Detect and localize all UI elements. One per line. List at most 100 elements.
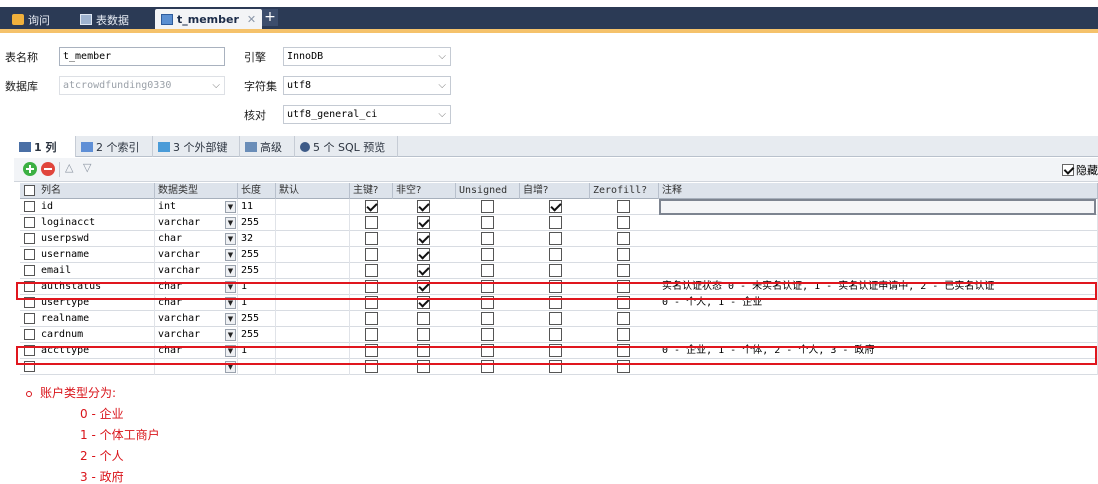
close-icon[interactable]: ✕ [247, 13, 256, 26]
not-null-checkbox[interactable] [417, 280, 430, 293]
table-row[interactable]: ▼ [20, 359, 1098, 375]
cell-default[interactable] [276, 359, 350, 375]
type-dropdown-icon[interactable]: ▼ [225, 265, 236, 277]
unsigned-checkbox[interactable] [481, 312, 494, 325]
row-select-checkbox[interactable] [24, 249, 35, 260]
row-select-checkbox[interactable] [24, 281, 35, 292]
not-null-checkbox[interactable] [417, 312, 430, 325]
primary-key-checkbox[interactable] [365, 344, 378, 357]
zerofill-checkbox[interactable] [617, 200, 630, 213]
unsigned-checkbox[interactable] [481, 200, 494, 213]
zerofill-checkbox[interactable] [617, 328, 630, 341]
cell-name[interactable]: usertype [38, 295, 155, 311]
cell-name[interactable]: authstatus [38, 279, 155, 295]
primary-key-checkbox[interactable] [365, 200, 378, 213]
unsigned-checkbox[interactable] [481, 328, 494, 341]
zerofill-checkbox[interactable] [617, 248, 630, 261]
tab-query[interactable]: 询问 [6, 9, 56, 30]
type-dropdown-icon[interactable]: ▼ [225, 297, 236, 309]
zerofill-checkbox[interactable] [617, 344, 630, 357]
cell-comment[interactable] [659, 263, 1098, 279]
header-unsigned[interactable]: Unsigned [456, 183, 520, 199]
cell-default[interactable] [276, 295, 350, 311]
type-dropdown-icon[interactable]: ▼ [225, 217, 236, 229]
row-select-checkbox[interactable] [24, 297, 35, 308]
collation-select[interactable]: utf8_general_ci ⌵ [283, 105, 451, 124]
zerofill-checkbox[interactable] [617, 280, 630, 293]
cell-length[interactable]: 255 [238, 247, 276, 263]
add-column-button[interactable] [23, 162, 37, 176]
unsigned-checkbox[interactable] [481, 280, 494, 293]
cell-default[interactable] [276, 247, 350, 263]
cell-default[interactable] [276, 231, 350, 247]
not-null-checkbox[interactable] [417, 248, 430, 261]
zerofill-checkbox[interactable] [617, 360, 630, 373]
cell-comment[interactable]: 0 - 企业, 1 - 个体, 2 - 个人, 3 - 政府 [659, 343, 1098, 359]
move-up-icon[interactable]: △ [65, 161, 73, 174]
header-primary-key[interactable]: 主键? [350, 183, 393, 199]
primary-key-checkbox[interactable] [365, 360, 378, 373]
type-dropdown-icon[interactable]: ▼ [225, 361, 236, 373]
type-dropdown-icon[interactable]: ▼ [225, 201, 236, 213]
select-all-checkbox[interactable] [24, 185, 35, 196]
cell-length[interactable]: 1 [238, 343, 276, 359]
row-select-checkbox[interactable] [24, 345, 35, 356]
unsigned-checkbox[interactable] [481, 232, 494, 245]
cell-comment[interactable] [659, 247, 1098, 263]
table-row[interactable]: loginacct varchar 255 ▼ [20, 215, 1098, 231]
header-default[interactable]: 默认 [276, 183, 350, 199]
auto-increment-checkbox[interactable] [549, 360, 562, 373]
unsigned-checkbox[interactable] [481, 264, 494, 277]
cell-comment[interactable] [659, 327, 1098, 343]
cell-name[interactable] [38, 359, 155, 375]
cell-length[interactable]: 255 [238, 327, 276, 343]
table-row[interactable]: email varchar 255 ▼ [20, 263, 1098, 279]
header-comment[interactable]: 注释 [659, 183, 1098, 199]
not-null-checkbox[interactable] [417, 216, 430, 229]
cell-default[interactable] [276, 279, 350, 295]
cell-length[interactable]: 11 [238, 199, 276, 215]
row-select-checkbox[interactable] [24, 217, 35, 228]
row-select-checkbox[interactable] [24, 361, 35, 372]
table-row[interactable]: realname varchar 255 ▼ [20, 311, 1098, 327]
cell-length[interactable]: 1 [238, 279, 276, 295]
table-name-input[interactable]: t_member [59, 47, 225, 66]
unsigned-checkbox[interactable] [481, 296, 494, 309]
cell-length[interactable]: 255 [238, 215, 276, 231]
table-row[interactable]: username varchar 255 ▼ [20, 247, 1098, 263]
cell-name[interactable]: id [38, 199, 155, 215]
cell-default[interactable] [276, 263, 350, 279]
auto-increment-checkbox[interactable] [549, 328, 562, 341]
not-null-checkbox[interactable] [417, 232, 430, 245]
engine-select[interactable]: InnoDB ⌵ [283, 47, 451, 66]
header-length[interactable]: 长度 [238, 183, 276, 199]
cell-comment[interactable]: 实名认证状态 0 - 未实名认证, 1 - 实名认证申请中, 2 - 已实名认证 [659, 279, 1098, 295]
auto-increment-checkbox[interactable] [549, 312, 562, 325]
cell-name[interactable]: accttype [38, 343, 155, 359]
cell-comment[interactable] [659, 311, 1098, 327]
cell-name[interactable]: cardnum [38, 327, 155, 343]
primary-key-checkbox[interactable] [365, 312, 378, 325]
unsigned-checkbox[interactable] [481, 248, 494, 261]
primary-key-checkbox[interactable] [365, 248, 378, 261]
tab-indexes[interactable]: 2 个索引 [76, 136, 153, 157]
row-select-checkbox[interactable] [24, 313, 35, 324]
table-row[interactable]: usertype char 1 ▼ 0 - 个人, 1 - 企业 [20, 295, 1098, 311]
header-name[interactable]: 列名 [38, 183, 155, 199]
zerofill-checkbox[interactable] [617, 232, 630, 245]
not-null-checkbox[interactable] [417, 344, 430, 357]
primary-key-checkbox[interactable] [365, 216, 378, 229]
type-dropdown-icon[interactable]: ▼ [225, 313, 236, 325]
primary-key-checkbox[interactable] [365, 264, 378, 277]
unsigned-checkbox[interactable] [481, 216, 494, 229]
row-select-checkbox[interactable] [24, 201, 35, 212]
cell-name[interactable]: loginacct [38, 215, 155, 231]
table-row[interactable]: cardnum varchar 255 ▼ [20, 327, 1098, 343]
not-null-checkbox[interactable] [417, 328, 430, 341]
cell-default[interactable] [276, 311, 350, 327]
comment-edit-field[interactable] [659, 199, 1096, 215]
auto-increment-checkbox[interactable] [549, 200, 562, 213]
primary-key-checkbox[interactable] [365, 328, 378, 341]
header-zerofill[interactable]: Zerofill? [590, 183, 659, 199]
charset-select[interactable]: utf8 ⌵ [283, 76, 451, 95]
